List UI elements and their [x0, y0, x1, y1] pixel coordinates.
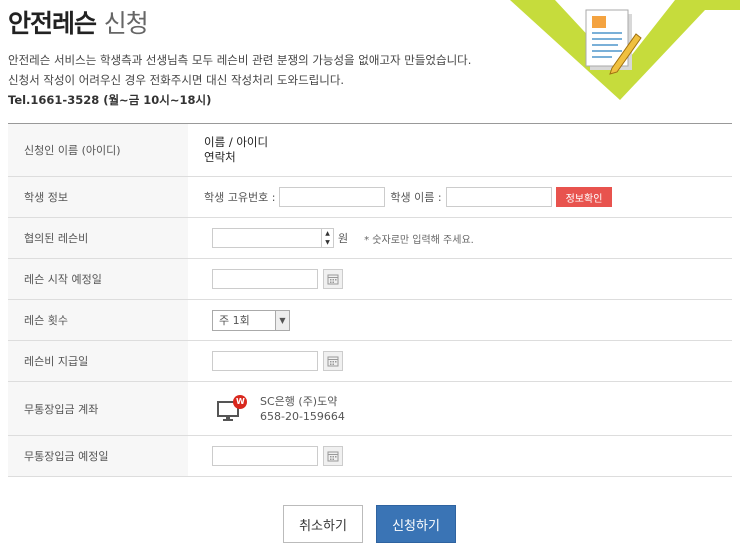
row-account: 무통장입금 계좌 W SC은행 (주)도약 658-20-159664	[8, 382, 732, 436]
monitor-icon: W	[216, 394, 252, 424]
fee-note: * 숫자로만 입력해 주세요.	[364, 234, 474, 246]
applicant-contact: 연락처	[204, 150, 236, 164]
contact-tel: Tel.1661-3528 (월~금 10시~18시)	[8, 93, 212, 107]
form-actions: 취소하기 신청하기	[0, 505, 740, 545]
pay-date-input[interactable]	[212, 351, 318, 371]
student-name-label: 학생 이름 :	[390, 191, 442, 204]
intro-line-1: 안전레슨 서비스는 학생측과 선생님측 모두 레슨비 관련 분쟁의 가능성을 없…	[8, 53, 472, 67]
start-date-input[interactable]	[212, 269, 318, 289]
bank-badge: W	[236, 396, 245, 406]
fee-input[interactable]: ▲ ▼	[212, 228, 334, 248]
row-applicant: 신청인 이름 (아이디) 이름 / 아이디 연락처	[8, 124, 732, 177]
applicant-name-id: 이름 / 아이디	[204, 135, 269, 149]
application-form: 신청인 이름 (아이디) 이름 / 아이디 연락처 학생 정보 학생 고유번호 …	[8, 123, 732, 477]
applicant-label: 신청인 이름 (아이디)	[8, 124, 188, 176]
student-id-label: 학생 고유번호 :	[204, 191, 276, 204]
calendar-icon[interactable]	[323, 351, 343, 371]
spin-down-icon[interactable]: ▼	[322, 238, 333, 247]
count-label: 레슨 횟수	[8, 300, 188, 340]
fee-unit: 원	[338, 232, 349, 245]
header-decoration	[500, 0, 740, 115]
submit-button[interactable]: 신청하기	[376, 505, 456, 543]
row-deposit-date: 무통장입금 예정일	[8, 436, 732, 477]
student-label: 학생 정보	[8, 177, 188, 217]
page-title-sub: 신청	[103, 9, 149, 38]
row-student: 학생 정보 학생 고유번호 : 학생 이름 : 정보확인	[8, 177, 732, 218]
spin-up-icon[interactable]: ▲	[322, 229, 333, 238]
fee-label: 협의된 레슨비	[8, 218, 188, 258]
chevron-down-icon[interactable]: ▼	[275, 310, 289, 330]
pay-date-label: 레슨비 지급일	[8, 341, 188, 381]
bank-name: SC은행 (주)도약	[260, 394, 338, 408]
page-title-main: 안전레슨	[8, 9, 97, 38]
student-id-input[interactable]	[279, 187, 386, 207]
deposit-date-label: 무통장입금 예정일	[8, 436, 188, 476]
row-start-date: 레슨 시작 예정일	[8, 259, 732, 300]
calendar-icon[interactable]	[323, 446, 343, 466]
fee-stepper[interactable]: ▲ ▼	[321, 229, 333, 247]
count-select[interactable]: 주 1회 ▼	[212, 309, 290, 331]
start-date-label: 레슨 시작 예정일	[8, 259, 188, 299]
info-check-button[interactable]: 정보확인	[555, 187, 613, 207]
row-pay-date: 레슨비 지급일	[8, 341, 732, 382]
row-count: 레슨 횟수 주 1회 ▼	[8, 300, 732, 341]
account-label: 무통장입금 계좌	[8, 382, 188, 435]
intro-line-2: 신청서 작성이 어려우신 경우 전화주시면 대신 작성처리 도와드립니다.	[8, 73, 345, 87]
intro-text: 안전레슨 서비스는 학생측과 선생님측 모두 레슨비 관련 분쟁의 가능성을 없…	[8, 50, 471, 110]
cancel-button[interactable]: 취소하기	[283, 505, 363, 543]
student-name-input[interactable]	[445, 187, 552, 207]
count-selected: 주 1회	[219, 314, 250, 327]
account-number: 658-20-159664	[260, 409, 345, 423]
deposit-date-input[interactable]	[212, 446, 318, 466]
row-fee: 협의된 레슨비 ▲ ▼ 원 * 숫자로만 입력해 주세요.	[8, 218, 732, 259]
page-title: 안전레슨 신청	[8, 4, 149, 40]
calendar-icon[interactable]	[323, 269, 343, 289]
